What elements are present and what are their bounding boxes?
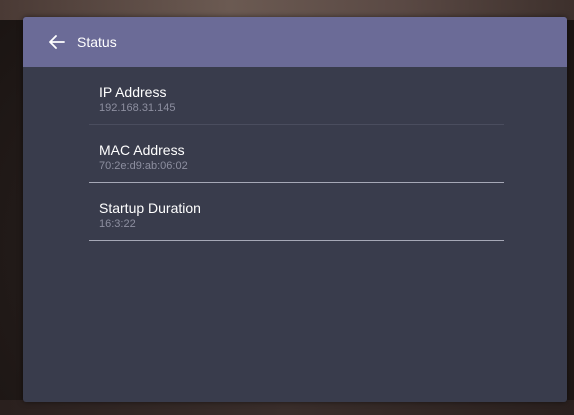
item-title: IP Address xyxy=(99,84,167,100)
item-value: 16:3:22 xyxy=(99,218,136,230)
background-bottom xyxy=(0,400,574,415)
item-value: 70:2e:d9:ab:06:02 xyxy=(99,160,188,172)
header-bar: Status xyxy=(23,17,567,67)
status-list: IP Address 192.168.31.145 MAC Address 70… xyxy=(89,67,504,241)
list-item-startup-duration[interactable]: Startup Duration 16:3:22 xyxy=(89,183,504,241)
back-button[interactable] xyxy=(45,30,69,54)
status-panel: Status IP Address 192.168.31.145 MAC Add… xyxy=(23,17,567,402)
item-title: MAC Address xyxy=(99,142,185,158)
list-item-mac-address[interactable]: MAC Address 70:2e:d9:ab:06:02 xyxy=(89,125,504,183)
arrow-left-icon xyxy=(49,35,65,49)
item-value: 192.168.31.145 xyxy=(99,102,176,114)
page-title: Status xyxy=(77,34,117,50)
list-item-ip-address[interactable]: IP Address 192.168.31.145 xyxy=(89,67,504,125)
item-title: Startup Duration xyxy=(99,200,201,216)
